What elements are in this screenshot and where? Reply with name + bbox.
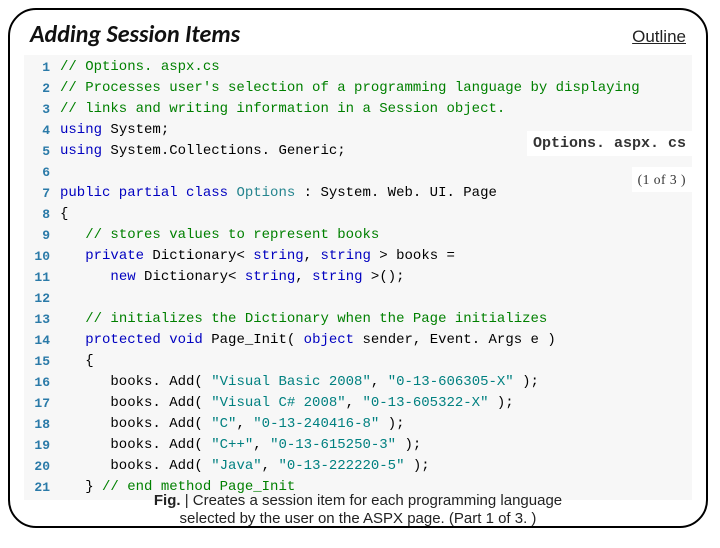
code-line: 1 // Options. aspx.cs <box>28 57 692 78</box>
outline-link[interactable]: Outline <box>632 27 686 47</box>
line-number: 16 <box>28 372 50 393</box>
code-line: 14 protected void Page_Init( object send… <box>28 330 692 351</box>
code-text: books. Add( "Java", "0-13-222220-5" ); <box>60 456 430 477</box>
line-number: 17 <box>28 393 50 414</box>
code-text: // Options. aspx.cs <box>60 57 220 78</box>
code-text: new Dictionary< string, string >(); <box>60 267 405 288</box>
caption-line1: Creates a session item for each programm… <box>193 492 562 509</box>
line-number: 10 <box>28 246 50 267</box>
code-line: 17 books. Add( "Visual C# 2008", "0-13-6… <box>28 393 692 414</box>
line-number: 2 <box>28 78 50 99</box>
line-number: 8 <box>28 204 50 225</box>
line-number: 15 <box>28 351 50 372</box>
line-number: 20 <box>28 456 50 477</box>
line-number: 11 <box>28 267 50 288</box>
code-text: using System.Collections. Generic; <box>60 141 346 162</box>
line-number: 21 <box>28 477 50 498</box>
code-text: books. Add( "C", "0-13-240416-8" ); <box>60 414 405 435</box>
code-lines: 1 // Options. aspx.cs 2 // Processes user's… <box>28 57 692 498</box>
code-line: 10 private Dictionary< string, string > … <box>28 246 692 267</box>
code-line: 18 books. Add( "C", "0-13-240416-8" ); <box>28 414 692 435</box>
fig-sep: | <box>181 492 193 509</box>
code-line: 7 public partial class Options : System. … <box>28 183 692 204</box>
code-line: 16 books. Add( "Visual Basic 2008", "0-1… <box>28 372 692 393</box>
line-number: 5 <box>28 141 50 162</box>
line-number: 3 <box>28 99 50 120</box>
code-text: // stores values to represent books <box>60 225 379 246</box>
code-text: private Dictionary< string, string > boo… <box>60 246 455 267</box>
code-text: public partial class Options : System. W… <box>60 183 497 204</box>
line-number: 14 <box>28 330 50 351</box>
code-text: // links and writing information in a Se… <box>60 99 505 120</box>
code-text: // Processes user's selection of a progr… <box>60 78 640 99</box>
code-line: 15 { <box>28 351 692 372</box>
figure-caption: Fig. | Creates a session item for each p… <box>50 492 666 528</box>
code-line: 19 books. Add( "C++", "0-13-615250-3" ); <box>28 435 692 456</box>
code-line: 6 <box>28 162 692 183</box>
code-line: 3 // links and writing information in a S… <box>28 99 692 120</box>
line-number: 9 <box>28 225 50 246</box>
line-number: 7 <box>28 183 50 204</box>
code-text: books. Add( "C++", "0-13-615250-3" ); <box>60 435 421 456</box>
code-block: Options. aspx. cs (1 of 3 ) 1 // Options.… <box>24 55 692 500</box>
fig-label: Fig. <box>154 492 181 509</box>
filename-label: Options. aspx. cs <box>527 131 692 156</box>
code-line: 11 new Dictionary< string, string >(); <box>28 267 692 288</box>
code-line: 13 // initializes the Dictionary when th… <box>28 309 692 330</box>
line-number: 18 <box>28 414 50 435</box>
code-text: books. Add( "Visual C# 2008", "0-13-6053… <box>60 393 514 414</box>
code-text: using System; <box>60 120 169 141</box>
line-number: 1 <box>28 57 50 78</box>
line-number: 19 <box>28 435 50 456</box>
code-line: 2 // Processes user's selection of a prog… <box>28 78 692 99</box>
code-line: 9 // stores values to represent books <box>28 225 692 246</box>
line-number: 4 <box>28 120 50 141</box>
line-number: 13 <box>28 309 50 330</box>
code-text: { <box>60 351 94 372</box>
page-info-label: (1 of 3 ) <box>632 167 692 192</box>
code-text: // initializes the Dictionary when the P… <box>60 309 547 330</box>
code-text: { <box>60 204 68 225</box>
code-line: 20 books. Add( "Java", "0-13-222220-5" )… <box>28 456 692 477</box>
line-number: 12 <box>28 288 50 309</box>
line-number: 6 <box>28 162 50 183</box>
code-text: protected void Page_Init( object sender,… <box>60 330 556 351</box>
header: Adding Session Items Outline <box>24 20 692 53</box>
slide-title: Adding Session Items <box>30 20 240 49</box>
code-line: 8{ <box>28 204 692 225</box>
code-line: 12 <box>28 288 692 309</box>
slide-frame: Adding Session Items Outline Options. as… <box>8 8 708 528</box>
caption-line2: selected by the user on the ASPX page. (… <box>180 510 537 527</box>
code-text: books. Add( "Visual Basic 2008", "0-13-6… <box>60 372 539 393</box>
